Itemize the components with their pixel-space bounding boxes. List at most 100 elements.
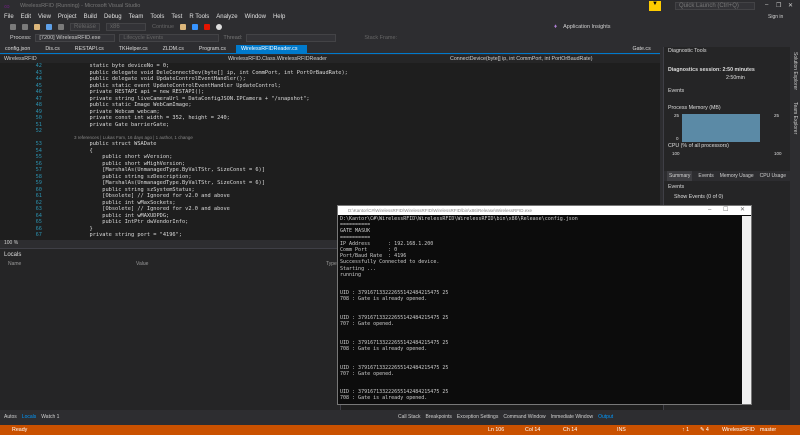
stack-frame-label: Stack Frame: (364, 34, 398, 41)
menu-edit[interactable]: Edit (21, 12, 31, 22)
column-type[interactable]: Type (326, 261, 337, 267)
thread-label: Thread: (223, 34, 243, 41)
menu-help[interactable]: Help (273, 12, 285, 22)
cpu-section[interactable]: CPU (% of all processors) (668, 143, 729, 149)
column-name[interactable]: Name (8, 261, 21, 267)
open-folder-icon[interactable] (34, 24, 40, 30)
diag-tab-memory-usage[interactable]: Memory Usage (720, 171, 754, 181)
tab-command-window[interactable]: Command Window (503, 414, 545, 420)
vs-logo-icon: ∞ (4, 2, 10, 11)
tab-locals[interactable]: Locals (22, 414, 36, 420)
class-dropdown[interactable]: WirelessRFID.Class.WirelessRFIDReader (228, 55, 327, 63)
app-insights-button[interactable]: Application Insights (563, 24, 610, 30)
close-button[interactable]: ✕ (788, 2, 793, 9)
menu-view[interactable]: View (38, 12, 51, 22)
menu-r-tools[interactable]: R Tools (189, 12, 209, 22)
push-count[interactable]: ↑ 1 (682, 425, 689, 435)
status-ready: Ready (12, 427, 28, 433)
events-section[interactable]: Events (668, 88, 684, 94)
menu-team[interactable]: Team (129, 12, 144, 22)
pending-edits[interactable]: ✎ 4 (700, 425, 709, 435)
console-close-button[interactable]: ✕ (740, 206, 745, 215)
mem-axis-max-right: 25 (774, 113, 780, 118)
mem-axis-max: 25 (674, 113, 680, 118)
menu-project[interactable]: Project (58, 12, 77, 22)
line-number: Ln 106 (488, 427, 505, 433)
tab-dis-cs[interactable]: Dis.cs (40, 45, 69, 53)
configuration-select[interactable]: Release (70, 23, 100, 31)
undo-icon[interactable] (58, 24, 64, 30)
sign-in-link[interactable]: Sign in (768, 14, 783, 20)
save-icon[interactable] (46, 24, 52, 30)
menu-bar: File Edit View Project Build Debug Team Tools Te… (0, 12, 600, 22)
pause-icon[interactable] (192, 24, 199, 30)
mem-axis-min: 0 (676, 136, 679, 141)
console-title: D:\Kantor\C#\WirelessRFID\WirelessRFID\W… (338, 206, 751, 215)
platform-select[interactable]: x86 (106, 23, 146, 31)
memory-chart (682, 114, 760, 142)
quick-launch-input[interactable]: Quick Launch (Ctrl+Q) (675, 2, 755, 10)
tab-program-cs[interactable]: Program.cs (194, 45, 236, 53)
tab-zldm-cs[interactable]: ZLDM.cs (158, 45, 194, 53)
char-number: Ch 14 (563, 427, 578, 433)
memory-section[interactable]: Process Memory (MB) (668, 105, 721, 111)
repo-name[interactable]: WirelessRFID (722, 425, 755, 435)
menu-file[interactable]: File (4, 12, 14, 22)
menu-debug[interactable]: Debug (104, 12, 122, 22)
tab-wirelessrfidreader-cs[interactable]: WirelessRFIDReader.cs (235, 45, 308, 53)
menu-build[interactable]: Build (84, 12, 97, 22)
restart-icon[interactable] (216, 24, 223, 30)
tab-autos[interactable]: Autos (4, 414, 17, 420)
restore-button[interactable]: ❐ (776, 2, 781, 9)
stop-icon[interactable] (204, 24, 211, 30)
thread-select[interactable] (246, 33, 337, 42)
console-scrollbar[interactable] (742, 216, 751, 404)
tab-restapi-cs[interactable]: RESTAPI.cs (70, 45, 114, 53)
new-project-icon[interactable] (22, 24, 28, 30)
continue-button[interactable]: Continue (152, 24, 174, 30)
tab-exception-settings[interactable]: Exception Settings (457, 414, 498, 420)
tab-breakpoints[interactable]: Breakpoints (426, 414, 452, 420)
console-minimize-button[interactable]: – (708, 206, 711, 215)
cpu-axis-max-right: 100 (774, 151, 782, 156)
branch-name[interactable]: master (760, 425, 776, 435)
project-dropdown[interactable]: WirelessRFID (4, 55, 37, 63)
tab-immediate-window[interactable]: Immediate Window (551, 414, 594, 420)
diag-tab-events[interactable]: Events (698, 171, 713, 181)
column-value[interactable]: Value (136, 261, 148, 267)
hot-reload-icon[interactable] (180, 24, 187, 30)
process-select[interactable]: [7200] WirelessRFID.exe (35, 33, 116, 42)
menu-test[interactable]: Test (171, 12, 182, 22)
console-window: D:\Kantor\C#\WirelessRFID\WirelessRFID\W… (337, 205, 752, 405)
tab-watch-1[interactable]: Watch 1 (41, 414, 59, 420)
lifecycle-events-select[interactable]: Lifecycle Events (119, 33, 220, 42)
feedback-icon[interactable]: ▼ (649, 1, 661, 11)
menu-tools[interactable]: Tools (150, 12, 164, 22)
tab-call-stack[interactable]: Call Stack (398, 414, 421, 420)
cpu-axis-max: 100 (672, 151, 680, 156)
menu-window[interactable]: Window (245, 12, 266, 22)
locals-panel: Locals Name Value Type (0, 248, 340, 410)
menu-analyze[interactable]: Analyze (216, 12, 237, 22)
tab-output[interactable]: Output (598, 414, 613, 420)
back-icon[interactable] (10, 24, 16, 30)
minimize-button[interactable]: – (765, 2, 768, 8)
timeline-label: 2:50min (726, 75, 745, 81)
process-label: Process: (10, 34, 32, 41)
tab-tkhelper-cs[interactable]: TKHelper.cs (114, 45, 158, 53)
tab-config-json[interactable]: config.json (0, 45, 40, 53)
diag-tabs: Summary Events Memory Usage CPU Usage (664, 171, 791, 181)
console-maximize-button[interactable]: ☐ (723, 206, 728, 215)
column-number: Col 14 (525, 427, 541, 433)
member-dropdown[interactable]: ConnectDevice(byte[] ip, int CommPort, i… (450, 55, 592, 63)
solution-explorer-tab[interactable]: Solution Explorer (792, 52, 798, 90)
navigation-bar: WirelessRFID WirelessRFID.Class.Wireless… (0, 55, 660, 63)
locals-title: Locals (4, 252, 22, 258)
diag-tab-summary[interactable]: Summary (667, 171, 693, 181)
tab-gate-cs[interactable]: Gate.cs (627, 45, 660, 53)
diag-tab-cpu-usage[interactable]: CPU Usage (760, 171, 786, 181)
code-text: private string port = "4196"; (64, 232, 183, 238)
show-events-link[interactable]: Show Events (0 of 0) (674, 194, 723, 200)
session-duration: Diagnostics session: 2:50 minutes (668, 67, 755, 73)
team-explorer-tab[interactable]: Team Explorer (792, 102, 798, 134)
